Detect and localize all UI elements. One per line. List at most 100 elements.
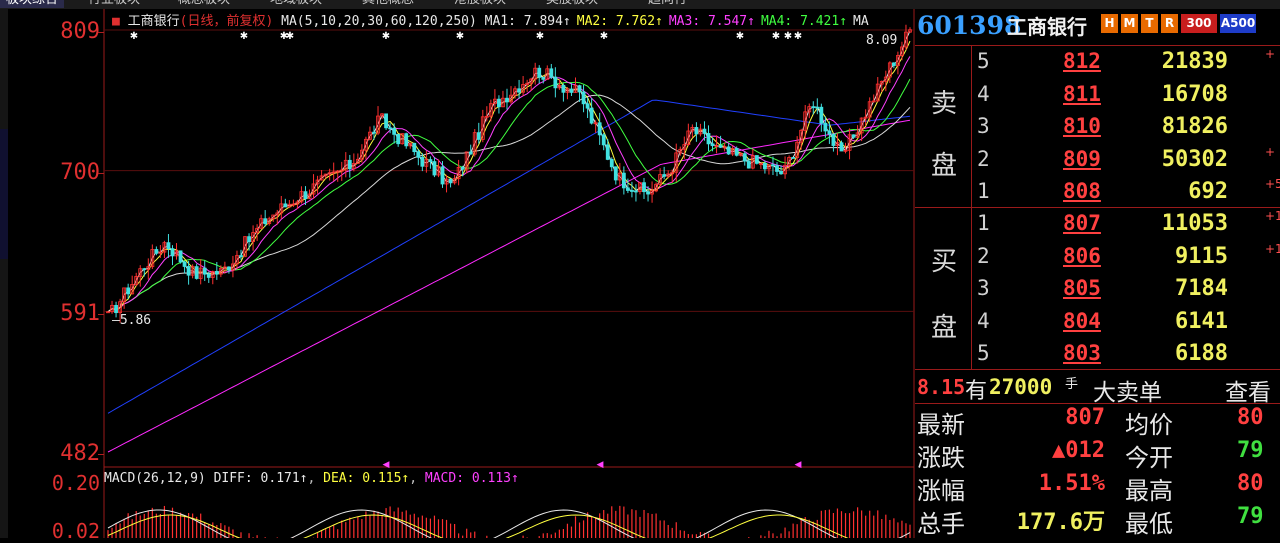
sell-level: 2: [977, 146, 990, 171]
sell-level-row[interactable]: 1 808 692 +5: [915, 177, 1280, 209]
price-axis-tick: [98, 32, 104, 33]
candle-body: [630, 190, 634, 192]
quote-badge[interactable]: H: [1101, 14, 1118, 33]
event-marker: ✱: [286, 31, 294, 42]
candle-body: [549, 68, 554, 78]
macd-dea-line: [107, 514, 849, 538]
candle-body: [142, 268, 147, 271]
candle-body: [775, 165, 779, 172]
candle-body: [589, 107, 594, 124]
sell-extra: +5: [1265, 177, 1280, 191]
buy-extra: +14: [1265, 209, 1280, 223]
big-order-view-link[interactable]: 查看: [1225, 373, 1271, 407]
candle-body: [202, 267, 207, 275]
candle-body: [214, 270, 219, 275]
high-price-annotation: 8.09: [866, 33, 897, 48]
candle-body: [347, 159, 352, 170]
stat-value: 807: [1065, 405, 1105, 430]
event-marker: ✱: [794, 31, 802, 42]
candle-body: [642, 182, 646, 193]
buy-level-row[interactable]: 2 806 9115 +1: [915, 242, 1280, 274]
candle-body: [420, 156, 425, 167]
candle-body: [734, 148, 739, 156]
candle-body: [440, 166, 445, 185]
quote-badge[interactable]: 300: [1181, 14, 1217, 33]
candle-body: [601, 134, 606, 146]
buy-level-row[interactable]: 5 803 6188: [915, 339, 1280, 371]
big-order-amount: 27000: [989, 375, 1053, 399]
buy-level: 5: [977, 341, 990, 365]
buy-price: 803: [1063, 341, 1101, 365]
cycle-marker: ◀: [597, 460, 604, 470]
candle-body: [621, 172, 626, 189]
candle-body: [537, 67, 542, 78]
stat-label2: 最低: [1125, 510, 1173, 538]
candle-body: [605, 144, 610, 160]
stock-code[interactable]: 601398: [917, 11, 1021, 40]
candle-body: [694, 127, 699, 135]
big-order-row[interactable]: 8.15 有 27000 手 大卖单 查看: [915, 373, 1280, 407]
candle-body: [517, 88, 521, 93]
candle-body: [823, 122, 828, 132]
price-axis-tick: [98, 173, 104, 174]
candle-body: [662, 174, 667, 177]
candle-body: [194, 266, 199, 279]
candle-body: [476, 132, 481, 140]
event-marker: ✱: [600, 31, 608, 42]
header-star-icon: ■: [112, 14, 120, 29]
quote-badge[interactable]: T: [1141, 14, 1158, 33]
buy-vol: 11053: [1161, 211, 1228, 236]
stat-label: 涨跌: [917, 444, 965, 472]
sell-level-row[interactable]: 2 809 50302 +: [915, 145, 1280, 177]
stat-label2: 最高: [1125, 477, 1173, 505]
sell-level-row[interactable]: 5 812 21839 +: [915, 47, 1280, 79]
candle-body: [710, 143, 715, 147]
buy-level: 4: [977, 308, 990, 333]
ma-value-1: MA1: 7.894↑: [484, 14, 571, 29]
stock-name[interactable]: 工商银行: [1007, 11, 1087, 40]
candle-body: [460, 167, 465, 170]
sell-level-row[interactable]: 4 811 16708: [915, 80, 1280, 112]
candle-body: [154, 249, 159, 254]
stat-label2: 今开: [1125, 444, 1173, 472]
event-marker: ✱: [784, 31, 792, 42]
candle-body: [170, 248, 175, 257]
quote-badge[interactable]: A500: [1220, 14, 1256, 33]
chart-title: 工商银行: [127, 14, 180, 29]
macd-diff-line: [107, 509, 911, 538]
candle-body: [581, 91, 586, 105]
buy-level-row[interactable]: 4 804 6141: [915, 307, 1280, 339]
candle-body: [851, 134, 856, 138]
candle-body: [404, 133, 409, 147]
candle-body: [416, 151, 421, 158]
ma-250-line: [107, 119, 911, 453]
candle-body: [827, 130, 832, 135]
candle-body: [613, 166, 618, 181]
price-axis-label: 700: [60, 160, 100, 185]
price-axis: 809 700 591 482 0.20 0.02: [8, 9, 104, 543]
buy-price: 804: [1063, 308, 1101, 333]
sell-price: 812: [1063, 49, 1101, 73]
sell-price: 809: [1063, 146, 1101, 171]
candle-body: [597, 122, 602, 136]
quote-badge[interactable]: M: [1121, 14, 1138, 33]
macd-value: MACD: 0.113↑: [424, 471, 519, 486]
candle-body: [585, 103, 590, 109]
sell-extra: +: [1265, 47, 1276, 61]
candle-body: [811, 106, 816, 109]
buy-level: 1: [977, 211, 990, 235]
buy-level-row[interactable]: 1 807 11053 +14: [915, 209, 1280, 241]
candle-body: [839, 142, 844, 152]
stat-label: 总手: [917, 510, 965, 538]
ma-params: MA(5,10,20,30,60,120,250): [281, 14, 477, 29]
candle-body: [432, 161, 437, 176]
cycle-marker: ◀: [795, 460, 802, 470]
candle-body: [448, 178, 453, 184]
sell-level-row[interactable]: 3 810 81826: [915, 112, 1280, 144]
candle-body: [625, 187, 630, 191]
ma-20-line: [107, 56, 911, 313]
quote-badge[interactable]: R: [1161, 14, 1178, 33]
candle-body: [646, 191, 650, 195]
candle-body: [263, 218, 268, 225]
buy-level-row[interactable]: 3 805 7184: [915, 274, 1280, 306]
